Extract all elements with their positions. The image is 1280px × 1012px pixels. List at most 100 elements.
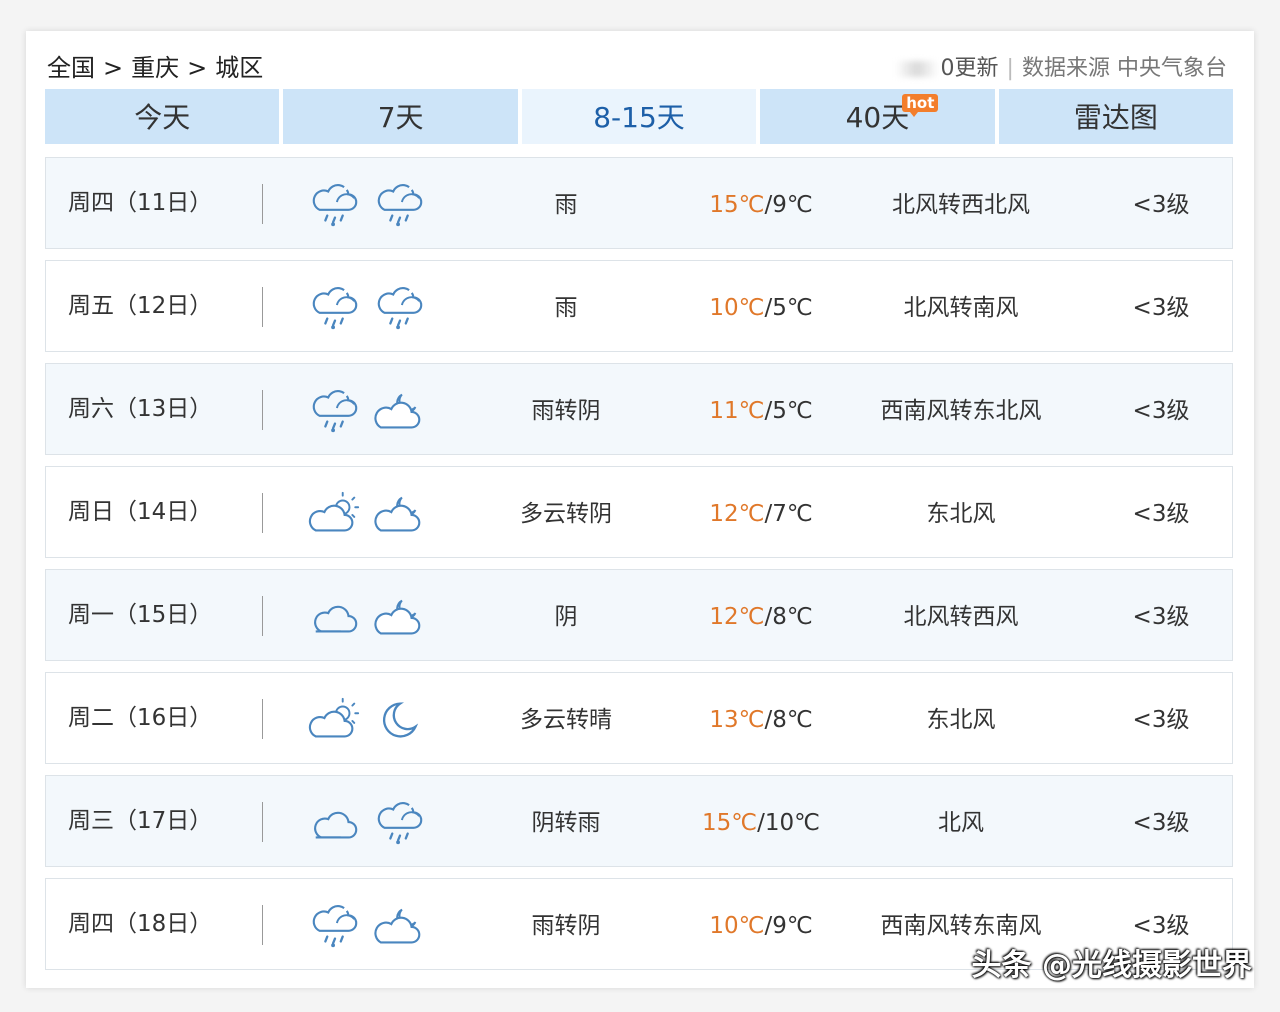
- high-temp: 10℃: [709, 913, 765, 939]
- moon-icon: [382, 702, 419, 738]
- high-temp: 12℃: [709, 604, 765, 630]
- forecast-date: 周一（15日）: [68, 602, 213, 628]
- breadcrumb-city[interactable]: 重庆: [131, 48, 179, 83]
- watermark: 头条 @光线摄影世界: [971, 948, 1252, 983]
- breadcrumb: 全国 > 重庆 > 城区: [47, 48, 263, 83]
- weather-condition: 多云转晴: [520, 707, 612, 733]
- forecast-row: 周日（14日） 多云转阴 12℃/7℃ 东北风 <3级: [45, 466, 1233, 558]
- high-temp: 11℃: [709, 398, 765, 424]
- low-temp: 9℃: [772, 192, 813, 218]
- row-divider: [262, 390, 263, 430]
- wind-direction: 西南风转东北风: [880, 398, 1042, 424]
- temperature-range: 15℃/9℃: [709, 192, 813, 218]
- forecast-date: 周六（13日）: [68, 396, 213, 422]
- tab-40-days[interactable]: 40天 hot: [760, 89, 995, 144]
- rain-cloud-icon: [377, 184, 423, 227]
- high-temp: 12℃: [709, 501, 765, 527]
- rain-cloud-icon: [377, 802, 423, 845]
- wind-direction: 北风转西北风: [892, 192, 1030, 218]
- wind-level: <3级: [1132, 810, 1190, 836]
- temperature-range: 11℃/5℃: [709, 398, 813, 424]
- low-temp: 10℃: [764, 810, 820, 836]
- moon-cloud-icon: [374, 393, 421, 429]
- row-divider: [262, 184, 263, 224]
- weather-condition: 雨转阴: [531, 398, 601, 424]
- weather-condition: 雨: [554, 192, 578, 218]
- wind-level: <3级: [1132, 192, 1190, 218]
- weather-condition: 雨转阴: [531, 913, 601, 939]
- forecast-list: 周四（11日） 雨 15℃/9℃ 北风转西北风 <3级周五（12日） 雨 10℃/5℃ 北风转…: [45, 157, 1233, 981]
- wind-direction: 北风转西风: [903, 604, 1019, 630]
- high-temp: 10℃: [709, 295, 765, 321]
- breadcrumb-country[interactable]: 全国: [47, 48, 95, 83]
- row-divider: [262, 699, 263, 739]
- high-temp: 15℃: [702, 810, 758, 836]
- update-time: 0更新: [940, 56, 999, 81]
- wind-level: <3级: [1132, 604, 1190, 630]
- rain-cloud-icon: [312, 287, 358, 330]
- sun-cloud-icon: [308, 491, 360, 532]
- tab-label: 7天: [377, 101, 424, 134]
- forecast-row: 周一（15日） 阴 12℃/8℃ 北风转西风 <3级: [45, 569, 1233, 661]
- forecast-date: 周五（12日）: [68, 293, 213, 319]
- forecast-row: 周三（17日） 阴转雨 15℃/10℃ 北风 <3级: [45, 775, 1233, 867]
- low-temp: 5℃: [772, 398, 813, 424]
- tab-label: 40天: [845, 101, 910, 134]
- low-temp: 5℃: [772, 295, 813, 321]
- tab-7-days[interactable]: 7天: [283, 89, 518, 144]
- hot-badge: hot: [902, 94, 939, 117]
- tab-label: 8-15天: [593, 101, 685, 134]
- sun-cloud-icon: [308, 697, 360, 738]
- weather-condition: 阴: [554, 604, 578, 630]
- rain-cloud-icon: [312, 390, 358, 433]
- low-temp: 8℃: [772, 707, 813, 733]
- blurred-time: [894, 61, 939, 77]
- forecast-row: 周六（13日） 雨转阴 11℃/5℃ 西南风转东北风 <3级: [45, 363, 1233, 455]
- breadcrumb-separator: >: [187, 54, 208, 82]
- tab-label: 今天: [134, 101, 191, 134]
- high-temp: 13℃: [709, 707, 765, 733]
- top-bar: 全国 > 重庆 > 城区 0更新 | 数据来源 中央气象台: [47, 44, 1227, 84]
- cloud-icon: [314, 811, 358, 839]
- tab-label: 雷达图: [1073, 101, 1158, 134]
- forecast-date: 周二（16日）: [68, 705, 213, 731]
- high-temp: 15℃: [709, 192, 765, 218]
- low-temp: 9℃: [772, 913, 813, 939]
- row-divider: [262, 287, 263, 327]
- wind-direction: 北风转南风: [903, 295, 1019, 321]
- forecast-tabs: 今天 7天 8-15天 40天 hot 雷达图: [45, 89, 1234, 144]
- temperature-range: 12℃/8℃: [709, 604, 813, 630]
- temperature-range: 15℃/10℃: [702, 810, 820, 836]
- temperature-range: 13℃/8℃: [709, 707, 813, 733]
- low-temp: 8℃: [772, 604, 813, 630]
- cloud-icon: [314, 605, 358, 633]
- meta-divider: |: [1006, 56, 1014, 81]
- row-divider: [262, 596, 263, 636]
- tab-radar[interactable]: 雷达图: [998, 89, 1234, 144]
- source-label: 数据来源: [1021, 56, 1110, 81]
- forecast-date: 周三（17日）: [68, 808, 213, 834]
- wind-direction: 北风: [938, 810, 984, 836]
- low-temp: 7℃: [772, 501, 813, 527]
- forecast-row: 周四（11日） 雨 15℃/9℃ 北风转西北风 <3级: [45, 157, 1233, 249]
- breadcrumb-separator: >: [103, 54, 124, 82]
- tab-today[interactable]: 今天: [45, 89, 280, 144]
- row-divider: [262, 905, 263, 945]
- temperature-range: 10℃/5℃: [709, 295, 813, 321]
- wind-direction: 东北风: [926, 501, 996, 527]
- wind-level: <3级: [1132, 398, 1190, 424]
- forecast-row: 周二（16日） 多云转晴 13℃/8℃ 东北风 <3级: [45, 672, 1233, 764]
- forecast-row: 周五（12日） 雨 10℃/5℃ 北风转南风 <3级: [45, 260, 1233, 352]
- breadcrumb-district: 城区: [215, 54, 264, 82]
- moon-cloud-icon: [374, 908, 421, 944]
- data-source-info: 0更新 | 数据来源 中央气象台: [894, 50, 1227, 82]
- source-name: 中央气象台: [1116, 56, 1227, 81]
- tab-8-15-days[interactable]: 8-15天: [521, 89, 757, 144]
- forecast-date: 周四（11日）: [68, 190, 213, 216]
- weather-condition: 阴转雨: [531, 810, 601, 836]
- row-divider: [262, 493, 263, 533]
- wind-direction: 东北风: [926, 707, 996, 733]
- forecast-date: 周四（18日）: [68, 911, 213, 937]
- wind-level: <3级: [1132, 501, 1190, 527]
- wind-level: <3级: [1132, 295, 1190, 321]
